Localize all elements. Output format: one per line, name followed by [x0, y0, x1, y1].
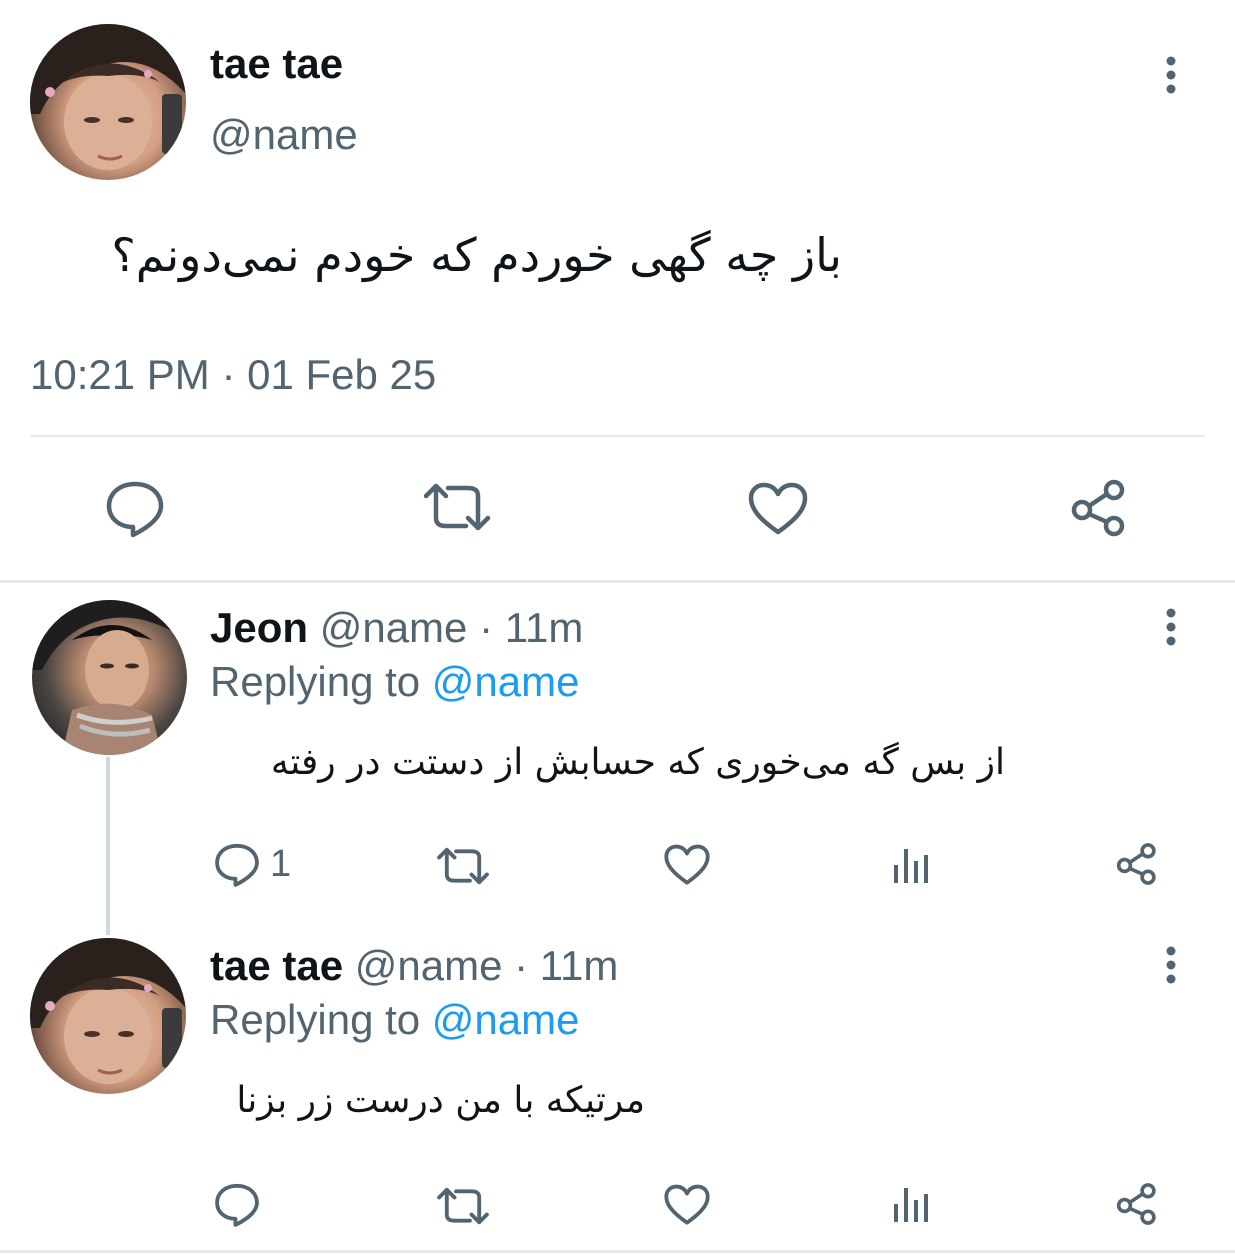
- timestamp[interactable]: 10:21 PM · 01 Feb 25: [30, 350, 436, 400]
- bottom-divider: [0, 1250, 1235, 1253]
- like-icon[interactable]: [748, 482, 808, 536]
- reply-text: از بس گه می‌خوری که حسابش از دستت در رفت…: [270, 742, 1005, 783]
- share-icon[interactable]: [1114, 1182, 1160, 1226]
- tweet-text: باز چه گهی خوردم که خودم نمی‌دونم؟: [111, 228, 842, 282]
- thread-line: [106, 757, 110, 935]
- avatar[interactable]: [30, 938, 186, 1094]
- retweet-icon[interactable]: [436, 846, 490, 886]
- display-name[interactable]: tae tae: [210, 942, 343, 989]
- section-divider: [0, 580, 1235, 583]
- handle[interactable]: @name: [355, 942, 503, 989]
- display-name[interactable]: tae tae: [210, 40, 343, 88]
- reply-header: tae tae @name · 11m: [210, 942, 618, 990]
- reply-count: 1: [270, 843, 292, 885]
- views-icon[interactable]: [892, 845, 932, 885]
- more-options-icon[interactable]: [1160, 608, 1182, 648]
- retweet-icon[interactable]: [422, 482, 492, 532]
- reply-text: مرتیکه با من درست زر بزنا: [236, 1080, 645, 1121]
- replying-prefix: Replying to: [210, 996, 421, 1043]
- avatar[interactable]: [30, 24, 186, 180]
- avatar[interactable]: [32, 600, 187, 755]
- avatar-image: [32, 600, 187, 755]
- like-icon[interactable]: [664, 1184, 710, 1226]
- separator: ·: [514, 942, 529, 989]
- replying-to: Replying to @name: [210, 658, 580, 706]
- views-icon[interactable]: [892, 1184, 932, 1224]
- separator: ·: [479, 604, 494, 651]
- handle[interactable]: @name: [210, 111, 358, 159]
- reply-icon[interactable]: [214, 1182, 260, 1228]
- avatar-image: [30, 938, 186, 1084]
- retweet-icon[interactable]: [436, 1186, 490, 1226]
- like-icon[interactable]: [664, 844, 710, 886]
- replying-handle-link[interactable]: @name: [432, 658, 580, 705]
- more-options-icon[interactable]: [1160, 946, 1182, 986]
- replying-prefix: Replying to: [210, 658, 421, 705]
- display-name[interactable]: Jeon: [210, 604, 308, 651]
- replying-handle-link[interactable]: @name: [432, 996, 580, 1043]
- reply-time[interactable]: 11m: [505, 604, 584, 651]
- reply-header: Jeon @name · 11m: [210, 604, 583, 652]
- handle[interactable]: @name: [320, 604, 468, 651]
- more-options-icon[interactable]: [1160, 56, 1182, 96]
- avatar-image: [30, 24, 186, 170]
- share-icon[interactable]: [1114, 842, 1160, 886]
- share-icon[interactable]: [1068, 478, 1130, 538]
- reply-icon[interactable]: [105, 480, 165, 538]
- divider: [30, 435, 1205, 437]
- reply-icon[interactable]: [214, 842, 260, 888]
- reply-time[interactable]: 11m: [540, 942, 619, 989]
- replying-to: Replying to @name: [210, 996, 580, 1044]
